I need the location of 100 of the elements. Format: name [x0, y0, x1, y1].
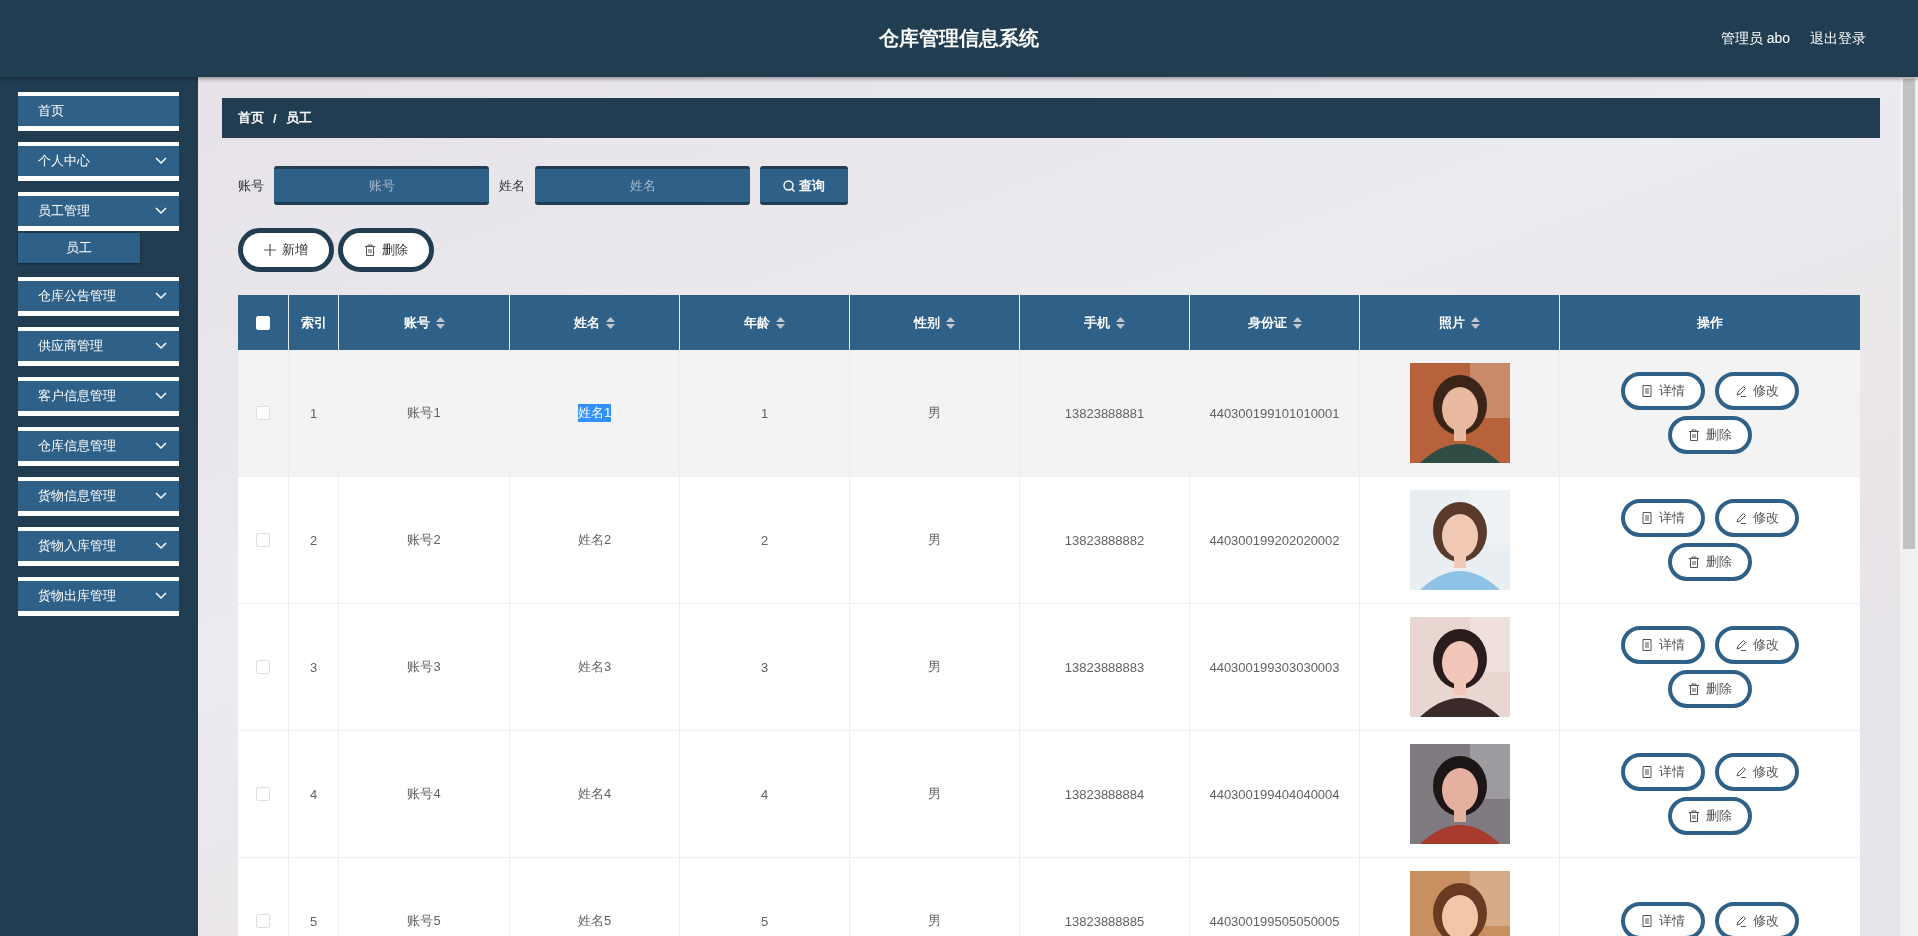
table-cell: 13823888882	[1064, 532, 1145, 548]
table-cell: 440300199505050005	[1209, 913, 1340, 929]
breadcrumb-item: 员工	[285, 109, 312, 127]
add-button[interactable]: 新增	[238, 228, 334, 272]
menu-item[interactable]: 仓库信息管理	[18, 427, 179, 466]
edit-button[interactable]: 修改	[1715, 626, 1799, 664]
chevron-down-icon	[155, 342, 167, 350]
document-icon	[1641, 639, 1653, 651]
details-button[interactable]: 详情	[1621, 499, 1705, 537]
edit-button[interactable]: 修改	[1715, 753, 1799, 791]
menu-item[interactable]: 客户信息管理	[18, 377, 179, 416]
logout-link[interactable]: 退出登录	[1810, 29, 1866, 48]
menu-item[interactable]: 货物入库管理	[18, 527, 179, 566]
menu-item[interactable]: 供应商管理	[18, 327, 179, 366]
menu-item[interactable]: 员工管理	[18, 192, 179, 231]
table-cell: 男	[928, 912, 941, 930]
menu-item[interactable]: 货物出库管理	[18, 577, 179, 616]
trash-icon	[1688, 683, 1700, 695]
table-cell: 姓名5	[577, 912, 612, 930]
table-cell: 账号2	[407, 531, 441, 549]
search-field[interactable]: 账号	[274, 166, 489, 205]
pencil-icon	[1735, 915, 1747, 927]
document-icon	[1641, 915, 1653, 927]
edit-button[interactable]: 修改	[1715, 902, 1799, 936]
chevron-down-icon	[155, 157, 167, 165]
document-icon	[1641, 766, 1653, 778]
delete-button[interactable]: 删除	[1668, 416, 1752, 454]
column-header[interactable]: 性别	[914, 313, 940, 332]
field-label: 姓名	[499, 176, 525, 195]
table-cell: 姓名4	[577, 785, 612, 803]
table-cell: 姓名1	[577, 404, 612, 422]
table-cell: 5	[309, 913, 318, 929]
table-cell: 2	[760, 532, 769, 548]
trash-icon	[1688, 556, 1700, 568]
details-button[interactable]: 详情	[1621, 372, 1705, 410]
table-cell: 男	[928, 531, 941, 549]
details-button[interactable]: 详情	[1621, 902, 1705, 936]
delete-button[interactable]: 删除	[1668, 797, 1752, 835]
delete-button[interactable]: 删除	[1668, 543, 1752, 581]
search-field[interactable]: 姓名	[535, 166, 750, 205]
table-cell: 姓名3	[577, 658, 612, 676]
table-cell: 男	[928, 785, 941, 803]
details-button[interactable]: 详情	[1621, 626, 1705, 664]
pencil-icon	[1735, 385, 1747, 397]
table-cell: 4	[309, 786, 318, 802]
menu-item[interactable]: 个人中心	[18, 142, 179, 181]
trash-icon	[1688, 429, 1700, 441]
scrollbar[interactable]	[1900, 77, 1918, 936]
table-cell: 440300199101010001	[1209, 405, 1340, 421]
delete-button[interactable]: 删除	[338, 228, 434, 272]
table-cell: 440300199202020002	[1209, 532, 1340, 548]
table-cell: 440300199404040004	[1209, 786, 1340, 802]
search-button[interactable]: 查询	[760, 166, 848, 205]
table-cell: 账号5	[407, 912, 441, 930]
details-button[interactable]: 详情	[1621, 753, 1705, 791]
table-cell: 男	[928, 404, 941, 422]
table-cell: 1	[309, 405, 318, 421]
column-header[interactable]: 账号	[403, 313, 430, 332]
checkbox[interactable]	[256, 660, 270, 674]
table-cell: 13823888884	[1064, 786, 1145, 802]
column-header[interactable]: 年龄	[744, 313, 770, 332]
chevron-down-icon	[155, 392, 167, 400]
document-icon	[1641, 385, 1653, 397]
checkbox[interactable]	[256, 787, 270, 801]
table-cell: 姓名2	[577, 531, 612, 549]
edit-button[interactable]: 修改	[1715, 372, 1799, 410]
chevron-down-icon	[155, 592, 167, 600]
table-cell: 4	[760, 786, 769, 802]
table-cell: 5	[760, 913, 769, 929]
search-icon	[783, 179, 795, 192]
table-cell: 440300199303030003	[1209, 659, 1340, 675]
delete-button[interactable]: 删除	[1668, 670, 1752, 708]
trash-icon	[364, 244, 376, 256]
checkbox[interactable]	[256, 406, 270, 420]
menu-item[interactable]: 仓库公告管理	[18, 277, 179, 316]
column-header[interactable]: 姓名	[574, 313, 600, 332]
column-header: 索引	[300, 313, 327, 332]
submenu-item[interactable]: 员工	[18, 233, 140, 263]
checkbox[interactable]	[256, 914, 270, 928]
table-cell: 1	[760, 405, 769, 421]
table-cell: 账号3	[407, 658, 441, 676]
menu-item[interactable]: 首页	[18, 92, 179, 131]
pencil-icon	[1735, 512, 1747, 524]
document-icon	[1641, 512, 1653, 524]
trash-icon	[1688, 810, 1700, 822]
field-label: 账号	[238, 176, 264, 195]
table-cell: 账号4	[407, 785, 441, 803]
menu-item[interactable]: 货物信息管理	[18, 477, 179, 516]
table-cell: 3	[760, 659, 769, 675]
column-header[interactable]: 照片	[1439, 313, 1465, 332]
table-cell: 13823888885	[1064, 913, 1145, 929]
table-cell: 男	[928, 658, 941, 676]
breadcrumb-item[interactable]: 首页	[238, 109, 264, 127]
chevron-down-icon	[155, 442, 167, 450]
checkbox[interactable]	[256, 533, 270, 547]
edit-button[interactable]: 修改	[1715, 499, 1799, 537]
pencil-icon	[1735, 639, 1747, 651]
column-header[interactable]: 身份证	[1247, 313, 1287, 332]
column-header[interactable]: 手机	[1084, 313, 1110, 332]
site-title: 仓库管理信息系统	[879, 26, 1039, 51]
